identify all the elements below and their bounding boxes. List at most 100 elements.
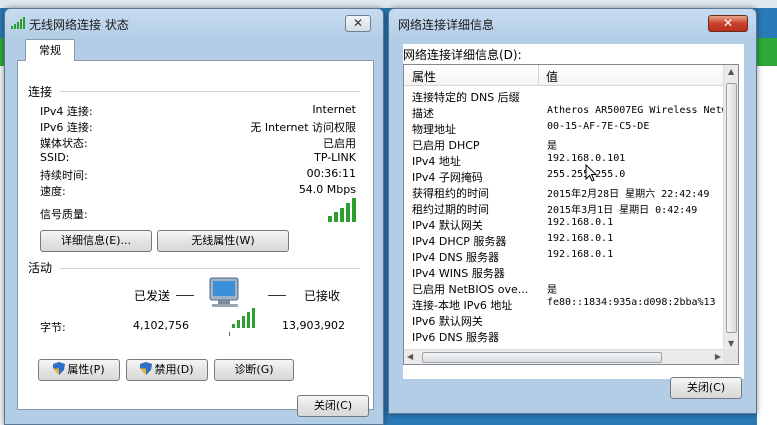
property-name: 已启用 NetBIOS ove... — [412, 283, 529, 296]
property-name: 已启用 DHCP — [412, 139, 480, 152]
desktop-background-strip — [0, 0, 777, 8]
uac-shield-icon — [140, 362, 153, 375]
info-row: 持续时间: 00:36:11 — [40, 167, 356, 183]
list-item[interactable]: IPv4 地址 192.168.0.101 — [412, 153, 724, 169]
info-row: IPv4 连接: Internet — [40, 103, 356, 119]
property-name: IPv6 DNS 服务器 — [412, 331, 500, 343]
activity-divider — [60, 268, 360, 269]
signal-row: 信号质量: — [40, 198, 356, 230]
signal-icon — [11, 17, 25, 29]
column-header-value[interactable]: 值 — [546, 68, 558, 85]
close-icon: ✕ — [722, 16, 734, 30]
disable-button-label: 禁用(D) — [154, 363, 194, 376]
list-item[interactable]: 已启用 DHCP 是 — [412, 137, 724, 153]
column-separator[interactable] — [538, 65, 539, 86]
list-item[interactable]: 租约过期的时间 2015年3月1日 星期日 0:42:49 — [412, 201, 724, 217]
list-item[interactable]: 连接特定的 DNS 后缀 — [412, 89, 724, 105]
property-name: 获得租约的时间 — [412, 187, 489, 200]
list-item[interactable]: IPv4 WINS 服务器 — [412, 265, 724, 281]
property-value: fe80::1834:935a:d098:2bba%13 — [547, 297, 716, 308]
property-name: 租约过期的时间 — [412, 203, 489, 216]
list-item[interactable]: IPv4 默认网关 192.168.0.1 — [412, 217, 724, 233]
details-close-x-button[interactable]: ✕ — [708, 15, 748, 32]
signal-strength-icon — [328, 198, 356, 222]
details-list[interactable]: 属性 值 连接特定的 DNS 后缀 描述 Atheros AR5007EG Wir… — [403, 64, 739, 365]
list-item[interactable]: IPv6 默认网关 — [412, 313, 724, 329]
bytes-received-value: 13,903,902 — [282, 319, 345, 332]
property-value: 192.168.0.101 — [547, 153, 626, 164]
wireless-status-window: 无线网络连接 状态 ✕ 常规 连接 IPv4 连接: Internet IPv6… — [4, 8, 384, 425]
details-close-button[interactable]: 关闭(C) — [670, 377, 742, 399]
list-item[interactable]: IPv6 DNS 服务器 — [412, 329, 724, 343]
details-titlebar[interactable]: 网络连接详细信息 ✕ — [389, 9, 756, 37]
column-header-property[interactable]: 属性 — [412, 68, 436, 85]
connection-group-label: 连接 — [28, 85, 53, 99]
sent-dash — [176, 295, 194, 296]
info-key: IPv4 连接: — [40, 105, 93, 118]
property-name: IPv4 DHCP 服务器 — [412, 235, 507, 248]
properties-button[interactable]: 属性(P) — [38, 359, 120, 381]
close-icon: ✕ — [352, 16, 364, 30]
details-button[interactable]: 详细信息(E)... — [40, 230, 152, 252]
background-window-right — [757, 66, 777, 425]
properties-button-label: 属性(P) — [67, 363, 105, 376]
list-item[interactable]: 获得租约的时间 2015年2月28日 星期六 22:42:49 — [412, 185, 724, 201]
list-item[interactable]: IPv4 DHCP 服务器 192.168.0.1 — [412, 233, 724, 249]
diagnose-button[interactable]: 诊断(G) — [214, 359, 294, 381]
scroll-down-arrow-icon[interactable]: ▼ — [728, 339, 734, 348]
bytes-sent-value: 4,102,756 — [133, 319, 189, 332]
status-window-title: 无线网络连接 状态 — [29, 18, 129, 32]
status-close-button[interactable]: 关闭(C) — [297, 395, 369, 417]
info-key: IPv6 连接: — [40, 121, 93, 134]
bytes-label: 字节: — [40, 321, 66, 334]
property-value: 192.168.0.1 — [547, 233, 614, 244]
wireless-properties-button[interactable]: 无线属性(W) — [157, 230, 289, 252]
info-row: SSID: TP-LINK — [40, 151, 356, 167]
info-key: 速度: — [40, 185, 66, 198]
scrollbar-corner — [723, 349, 738, 364]
sent-label: 已发送 — [134, 289, 171, 303]
info-value: 54.0 Mbps — [298, 183, 356, 196]
activity-group-label: 活动 — [28, 261, 53, 275]
status-titlebar[interactable]: 无线网络连接 状态 ✕ — [5, 9, 383, 37]
received-dash — [268, 295, 286, 296]
info-row: IPv6 连接: 无 Internet 访问权限 — [40, 119, 356, 135]
property-value: Atheros AR5007EG Wireless Netw — [547, 105, 724, 116]
property-value: 192.168.0.1 — [547, 217, 614, 228]
network-details-window: 网络连接详细信息 ✕ 网络连接详细信息(D): 属性 值 连接特定的 DNS 后… — [388, 8, 757, 414]
info-value: 00:36:11 — [306, 167, 356, 180]
received-label: 已接收 — [304, 289, 341, 303]
list-item[interactable]: 物理地址 00-15-AF-7E-C5-DE — [412, 121, 724, 137]
list-item[interactable]: 连接-本地 IPv6 地址 fe80::1834:935a:d098:2bba%1… — [412, 297, 724, 313]
details-list-label: 网络连接详细信息(D): — [403, 48, 522, 62]
uac-shield-icon — [53, 362, 66, 375]
property-value: 2015年2月28日 星期六 22:42:49 — [547, 189, 710, 200]
info-key: SSID: — [40, 151, 70, 164]
scroll-up-arrow-icon[interactable]: ▲ — [728, 67, 734, 76]
tab-general[interactable]: 常规 — [25, 39, 75, 61]
property-value: 是 — [547, 285, 557, 296]
mouse-cursor-icon — [585, 164, 597, 182]
info-key: 持续时间: — [40, 169, 88, 182]
property-name: 连接-本地 IPv6 地址 — [412, 299, 513, 312]
info-row: 速度: 54.0 Mbps — [40, 183, 356, 199]
horizontal-scrollbar[interactable]: ◀ ▶ — [404, 349, 724, 364]
status-tab-area: 常规 连接 IPv4 连接: Internet IPv6 连接: 无 Inter… — [17, 39, 374, 410]
network-computer-icon — [209, 277, 255, 336]
status-close-x-button[interactable]: ✕ — [345, 15, 371, 32]
scroll-right-arrow-icon[interactable]: ▶ — [715, 352, 721, 361]
list-item[interactable]: 已启用 NetBIOS ove... 是 — [412, 281, 724, 297]
property-value: 192.168.0.1 — [547, 249, 614, 260]
disable-button[interactable]: 禁用(D) — [126, 359, 208, 381]
list-item[interactable]: IPv4 子网掩码255.255.255.0 — [412, 169, 724, 185]
list-item[interactable]: 描述 Atheros AR5007EG Wireless Netw — [412, 105, 724, 121]
property-name: IPv4 WINS 服务器 — [412, 267, 505, 280]
scroll-left-arrow-icon[interactable]: ◀ — [407, 352, 413, 361]
property-value: 是 — [547, 141, 557, 152]
vertical-scrollbar[interactable]: ▲ ▼ — [723, 65, 738, 350]
details-window-title: 网络连接详细信息 — [398, 18, 495, 32]
list-item[interactable]: IPv4 DNS 服务器 192.168.0.1 — [412, 249, 724, 265]
vertical-scroll-thumb[interactable] — [726, 83, 737, 333]
horizontal-scroll-thumb[interactable] — [422, 352, 662, 363]
info-value: TP-LINK — [314, 151, 356, 164]
